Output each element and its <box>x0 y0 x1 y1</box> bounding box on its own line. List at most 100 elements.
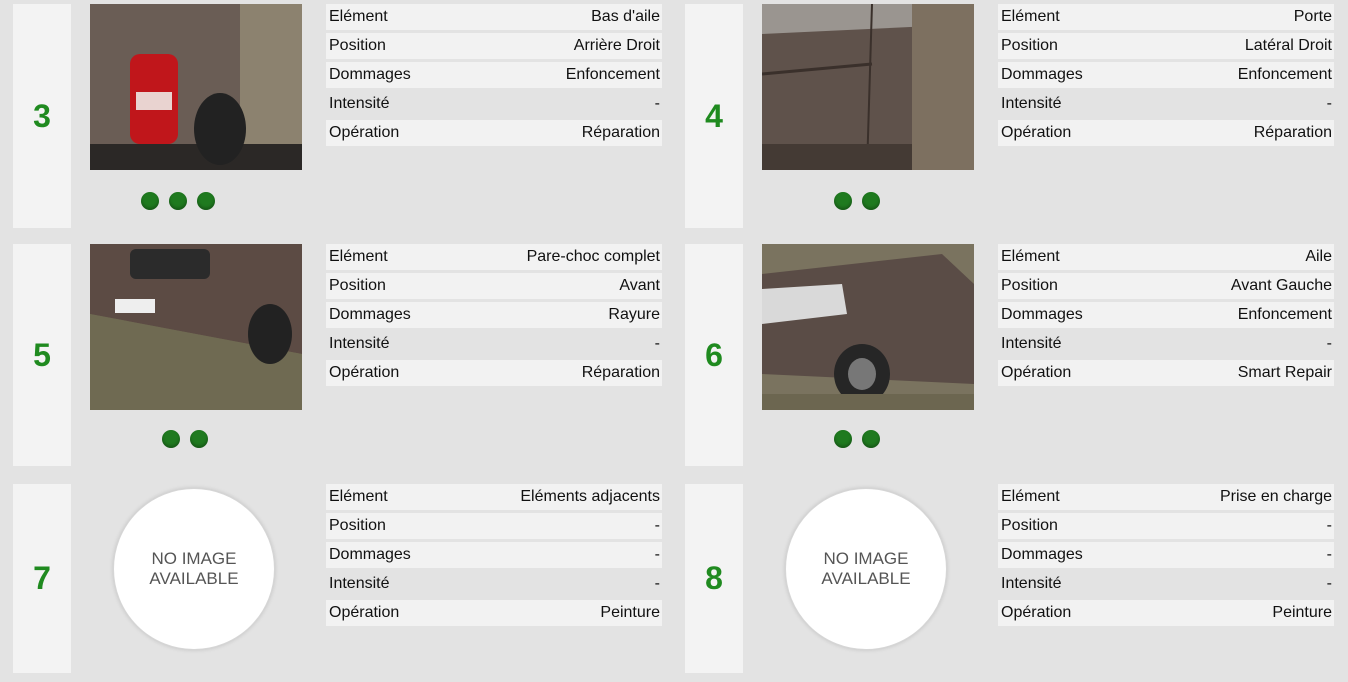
detail-value: - <box>654 335 660 352</box>
detail-label: Intensité <box>329 575 390 592</box>
damage-details: Elément Eléments adjacents Position - Domm… <box>326 484 662 629</box>
detail-row: Dommages - <box>326 542 662 568</box>
detail-label: Opération <box>329 604 400 621</box>
pagination-dot[interactable] <box>141 192 159 210</box>
detail-row: Intensité - <box>326 331 662 357</box>
detail-value: - <box>654 546 660 563</box>
pagination-dot[interactable] <box>862 192 880 210</box>
pagination-dot[interactable] <box>834 430 852 448</box>
detail-label: Position <box>329 517 386 534</box>
detail-row: Position Avant Gauche <box>998 273 1334 299</box>
detail-label: Elément <box>329 248 388 265</box>
detail-label: Dommages <box>1001 306 1083 323</box>
detail-value: Arrière Droit <box>573 37 660 54</box>
detail-value: Enfoncement <box>565 66 660 83</box>
damage-card-6: 6 Elément Aile Position Avant Gauche Domma… <box>685 244 1347 466</box>
pagination-dot[interactable] <box>169 192 187 210</box>
detail-label: Dommages <box>329 546 411 563</box>
no-image-text: NO IMAGE <box>151 549 237 568</box>
detail-value: Pare-choc complet <box>526 248 660 265</box>
detail-label: Dommages <box>329 66 411 83</box>
damage-details: Elément Aile Position Avant Gauche Dommage… <box>998 244 1334 389</box>
pagination-dot[interactable] <box>190 430 208 448</box>
damage-card-4: 4 Elément Porte Position Latéral Droit Dom… <box>685 4 1347 228</box>
detail-label: Opération <box>1001 124 1072 141</box>
detail-row: Elément Porte <box>998 4 1334 30</box>
detail-row: Opération Réparation <box>326 120 662 146</box>
detail-value: Réparation <box>581 364 660 381</box>
detail-value: Aile <box>1305 248 1332 265</box>
front-bumper-photo[interactable] <box>90 244 302 410</box>
detail-row: Intensité - <box>998 331 1334 357</box>
no-image-placeholder: NO IMAGE AVAILABLE <box>785 488 947 650</box>
detail-value: Réparation <box>1253 124 1332 141</box>
detail-label: Elément <box>329 488 388 505</box>
detail-row: Intensité - <box>326 571 662 597</box>
damage-details: Elément Prise en charge Position - Dommage… <box>998 484 1334 629</box>
detail-label: Dommages <box>329 306 411 323</box>
detail-label: Intensité <box>329 335 390 352</box>
card-number: 7 <box>33 560 51 596</box>
detail-row: Position Latéral Droit <box>998 33 1334 59</box>
damage-card-5: 5 Elément Pare-choc complet Position Avant… <box>13 244 675 466</box>
detail-row: Elément Eléments adjacents <box>326 484 662 510</box>
detail-value: - <box>1326 95 1332 112</box>
detail-row: Position - <box>998 513 1334 539</box>
detail-label: Opération <box>1001 604 1072 621</box>
detail-label: Position <box>1001 277 1058 294</box>
detail-row: Elément Pare-choc complet <box>326 244 662 270</box>
detail-value: Latéral Droit <box>1244 37 1332 54</box>
detail-row: Dommages Enfoncement <box>998 62 1334 88</box>
pagination-dot[interactable] <box>197 192 215 210</box>
detail-value: Peinture <box>1272 604 1332 621</box>
no-image-text: AVAILABLE <box>149 569 239 588</box>
rear-tail-light-photo[interactable] <box>90 4 302 170</box>
no-image-placeholder: NO IMAGE AVAILABLE <box>113 488 275 650</box>
side-door-photo[interactable] <box>762 4 974 170</box>
card-number: 6 <box>705 336 723 373</box>
detail-row: Intensité - <box>998 571 1334 597</box>
detail-value: Enfoncement <box>1237 306 1332 323</box>
detail-value: Peinture <box>600 604 660 621</box>
detail-row: Position Arrière Droit <box>326 33 662 59</box>
detail-value: Avant <box>619 277 660 294</box>
detail-row: Intensité - <box>326 91 662 117</box>
detail-row: Opération Smart Repair <box>998 360 1334 386</box>
detail-row: Position Avant <box>326 273 662 299</box>
detail-row: Dommages Enfoncement <box>998 302 1334 328</box>
detail-row: Elément Aile <box>998 244 1334 270</box>
detail-label: Opération <box>1001 364 1072 381</box>
card-number: 8 <box>705 560 723 596</box>
detail-label: Elément <box>329 8 388 25</box>
detail-label: Intensité <box>329 95 390 112</box>
no-image-text: NO IMAGE <box>823 549 909 568</box>
photo-pagination <box>834 192 880 210</box>
photo-pagination <box>141 192 215 210</box>
photo-pagination <box>162 430 208 448</box>
card-number-panel: 4 <box>685 4 743 228</box>
detail-label: Opération <box>329 364 400 381</box>
detail-value: Réparation <box>581 124 660 141</box>
detail-label: Intensité <box>1001 335 1062 352</box>
detail-value: - <box>654 575 660 592</box>
front-wing-photo[interactable] <box>762 244 974 410</box>
detail-label: Dommages <box>1001 66 1083 83</box>
pagination-dot[interactable] <box>862 430 880 448</box>
detail-row: Intensité - <box>998 91 1334 117</box>
detail-row: Dommages Enfoncement <box>326 62 662 88</box>
detail-row: Dommages Rayure <box>326 302 662 328</box>
damage-details: Elément Bas d'aile Position Arrière Droit … <box>326 4 662 149</box>
detail-value: - <box>1326 335 1332 352</box>
card-number: 3 <box>33 97 51 134</box>
detail-value: Porte <box>1293 8 1332 25</box>
damage-details: Elément Pare-choc complet Position Avant D… <box>326 244 662 389</box>
card-number-panel: 6 <box>685 244 743 466</box>
card-number: 5 <box>33 336 51 373</box>
pagination-dot[interactable] <box>834 192 852 210</box>
detail-value: - <box>1326 575 1332 592</box>
detail-value: Bas d'aile <box>591 8 660 25</box>
pagination-dot[interactable] <box>162 430 180 448</box>
damage-card-7: 7 NO IMAGE AVAILABLE Elément Eléments adj… <box>13 484 675 673</box>
detail-label: Position <box>329 37 386 54</box>
detail-row: Opération Réparation <box>326 360 662 386</box>
